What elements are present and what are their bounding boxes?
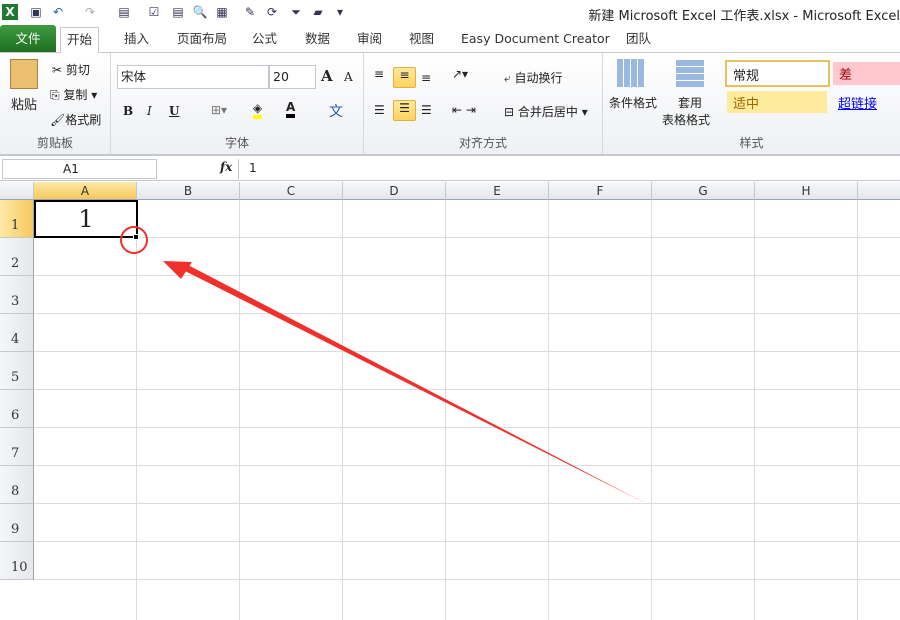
annotation-arrow-shaft bbox=[183, 264, 645, 503]
annotation-circle bbox=[120, 226, 148, 254]
annotation-layer bbox=[120, 226, 645, 503]
